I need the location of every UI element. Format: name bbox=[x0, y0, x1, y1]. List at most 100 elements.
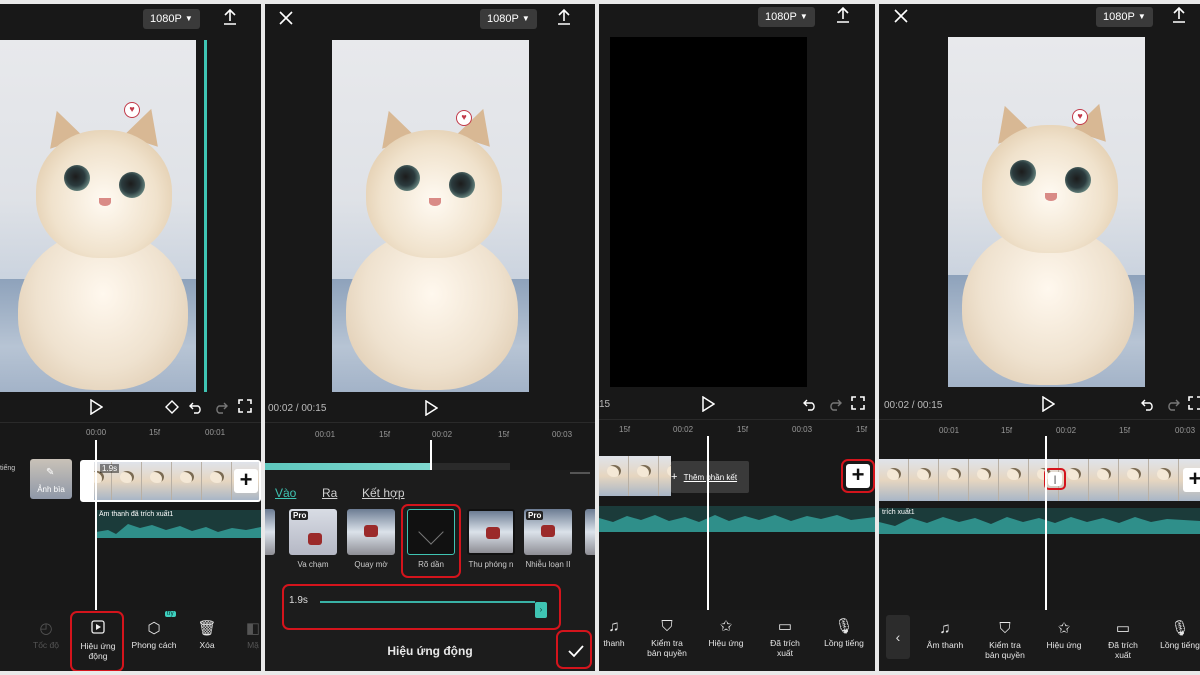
mask-tool[interactable]: ◧ Mặ bbox=[240, 620, 261, 650]
tab-in[interactable]: Vào bbox=[275, 486, 296, 500]
resolution-dropdown[interactable]: 1080P ▼ bbox=[1096, 7, 1153, 27]
shield-check-icon: ⛉ bbox=[661, 618, 673, 635]
fullscreen-icon[interactable] bbox=[238, 399, 252, 418]
effects-tool[interactable]: ✩ Hiệu ứng bbox=[705, 618, 747, 648]
play-icon[interactable] bbox=[701, 395, 716, 417]
export-icon[interactable] bbox=[556, 8, 572, 31]
video-preview: ♥ bbox=[0, 40, 196, 392]
ruler-tick: 00:02 bbox=[432, 430, 453, 439]
copyright-check-tool[interactable]: ⛉ Kiểm tra bản quyền bbox=[981, 620, 1029, 660]
keyframe-icon[interactable] bbox=[164, 400, 180, 419]
resolution-label: 1080P bbox=[765, 11, 797, 23]
copyright-check-tool[interactable]: ⛉ Kiểm tra bản quyền bbox=[643, 618, 691, 658]
undo-icon[interactable] bbox=[189, 400, 203, 419]
effects-star-icon: ✩ bbox=[719, 618, 733, 635]
speed-tool[interactable]: ◴ Tốc độ bbox=[28, 620, 64, 650]
ruler-tick: 15f bbox=[1001, 426, 1013, 435]
audio-track[interactable]: Âm thanh đã trích xuất1 bbox=[96, 510, 261, 538]
sheet-title: Hiệu ứng động bbox=[387, 644, 473, 658]
edit-pencil-icon: ✎ bbox=[46, 467, 55, 478]
ruler-tick: 00:02 bbox=[1056, 426, 1077, 435]
ruler-tick: 00:02 bbox=[673, 425, 694, 434]
video-preview: ♥ bbox=[948, 37, 1145, 387]
ruler-tick: 15f bbox=[498, 430, 510, 439]
speed-icon: ◴ bbox=[39, 620, 53, 637]
resolution-dropdown[interactable]: 1080P ▼ bbox=[758, 7, 815, 27]
add-clip-button[interactable]: + bbox=[1183, 468, 1200, 492]
mask-icon: ◧ bbox=[245, 620, 261, 637]
redo-icon[interactable] bbox=[214, 400, 228, 419]
heart-sticker-icon: ♥ bbox=[1072, 109, 1088, 125]
ruler-tick: 00:03 bbox=[1175, 426, 1196, 435]
ruler-tick: 15f bbox=[379, 430, 391, 439]
effect-item[interactable]: T bbox=[585, 509, 595, 569]
resolution-dropdown[interactable]: 1080P ▼ bbox=[143, 9, 200, 29]
plus-icon: + bbox=[671, 471, 678, 483]
effects-tool[interactable]: ✩ Hiệu ứng bbox=[1043, 620, 1085, 650]
highlight-box bbox=[70, 611, 124, 671]
play-icon[interactable] bbox=[424, 399, 439, 421]
trash-icon: 🗑 bbox=[197, 620, 217, 637]
timecode: 00:02 / 00:15 bbox=[268, 403, 327, 414]
ruler-tick: 00:03 bbox=[792, 425, 813, 434]
delete-tool[interactable]: 🗑 Xóa bbox=[192, 620, 222, 650]
export-icon[interactable] bbox=[222, 8, 238, 31]
tab-out[interactable]: Ra bbox=[322, 486, 337, 500]
timecode: 00:02 / 00:15 bbox=[884, 400, 943, 411]
audio-tool[interactable]: ♫ Âm thanh bbox=[923, 620, 967, 650]
undo-icon[interactable] bbox=[1141, 397, 1155, 416]
play-icon[interactable] bbox=[1041, 395, 1056, 417]
chevron-down-icon: ▼ bbox=[799, 12, 808, 21]
video-clip-track[interactable] bbox=[879, 459, 1200, 501]
add-clip-button[interactable]: + bbox=[234, 469, 258, 493]
music-icon: ♫ bbox=[608, 618, 620, 635]
export-icon[interactable] bbox=[835, 6, 851, 29]
export-icon[interactable] bbox=[1171, 6, 1187, 29]
style-tool[interactable]: ⬡ Phong cách bbox=[128, 620, 180, 650]
voiceover-tool[interactable]: 🎙 Lồng tiếng bbox=[819, 618, 869, 648]
video-clip-track[interactable] bbox=[599, 456, 671, 496]
ruler-tick: 15f bbox=[1119, 426, 1131, 435]
resolution-label: 1080P bbox=[150, 13, 182, 25]
highlight-box bbox=[1044, 468, 1066, 490]
shield-check-icon: ⛉ bbox=[999, 620, 1011, 637]
playhead[interactable] bbox=[1045, 436, 1047, 611]
playhead[interactable] bbox=[430, 440, 432, 470]
close-icon[interactable] bbox=[893, 8, 909, 29]
microphone-icon: 🎙 bbox=[1170, 620, 1190, 637]
close-icon[interactable] bbox=[278, 10, 294, 31]
selection-edge bbox=[204, 40, 207, 392]
voiceover-tool[interactable]: 🎙 Lồng tiếng bbox=[1157, 620, 1200, 650]
highlight-box bbox=[282, 584, 561, 630]
effect-item[interactable]: Thu phóng n bbox=[467, 509, 515, 569]
effect-item[interactable]: Pro Va chạm bbox=[289, 509, 337, 569]
extracted-tool[interactable]: ▭ Đã trích xuất bbox=[763, 618, 807, 658]
undo-icon[interactable] bbox=[803, 397, 817, 416]
audio-label: Âm thanh đã trích xuất1 bbox=[99, 511, 174, 518]
editor-panel-2: 1080P ▼ ♥ 00:02 / 00:15 00:01 15f 00:02 1… bbox=[265, 4, 595, 671]
audio-track[interactable]: trích xuất1 bbox=[879, 508, 1200, 534]
fullscreen-icon[interactable] bbox=[1188, 396, 1200, 415]
effect-item[interactable]: Pro Nhiễu loạn II bbox=[524, 509, 572, 569]
audio-track[interactable] bbox=[599, 506, 875, 532]
chevron-down-icon: ▼ bbox=[1137, 12, 1146, 21]
play-icon[interactable] bbox=[89, 398, 104, 420]
audio-tool[interactable]: ♫ thanh bbox=[599, 618, 629, 648]
redo-icon[interactable] bbox=[1166, 397, 1180, 416]
playhead[interactable] bbox=[95, 440, 97, 614]
back-chevron-icon[interactable]: ‹ bbox=[886, 615, 910, 659]
highlight-box bbox=[401, 504, 461, 578]
effect-item[interactable]: p bbox=[265, 509, 275, 569]
tab-combo[interactable]: Kết hợp bbox=[362, 486, 405, 500]
add-ending-button[interactable]: + Thêm phần kết bbox=[671, 461, 749, 493]
resolution-dropdown[interactable]: 1080P ▼ bbox=[480, 9, 537, 29]
playhead[interactable] bbox=[707, 436, 709, 611]
cover-button[interactable]: ✎ Ảnh bìa bbox=[30, 459, 72, 499]
clip-duration: 1.9s bbox=[100, 464, 120, 473]
fullscreen-icon[interactable] bbox=[851, 396, 865, 415]
music-icon: ♫ bbox=[939, 620, 951, 637]
redo-icon[interactable] bbox=[828, 397, 842, 416]
effect-item[interactable]: Quay mờ bbox=[347, 509, 395, 569]
trim-handle[interactable] bbox=[82, 462, 94, 500]
extracted-tool[interactable]: ▭ Đã trích xuất bbox=[1101, 620, 1145, 660]
